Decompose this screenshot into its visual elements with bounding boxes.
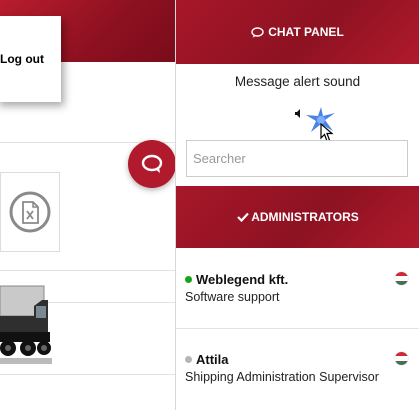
search-input[interactable] <box>186 140 408 177</box>
administrator-role: Shipping Administration Supervisor <box>185 370 379 384</box>
logout-label: Log out <box>0 52 44 66</box>
background-page: Log out <box>0 0 175 410</box>
logout-button[interactable]: Log out <box>0 16 61 102</box>
administrator-item[interactable]: Weblegend kft. Software support <box>176 248 419 328</box>
chat-panel-title: CHAT PANEL <box>268 25 344 39</box>
chat-toggle-button[interactable] <box>128 140 176 188</box>
check-icon <box>237 212 250 222</box>
speaker-icon[interactable] <box>294 106 304 124</box>
truck-image <box>0 285 52 364</box>
alert-sound-label: Message alert sound <box>234 74 361 89</box>
status-offline-dot <box>185 356 192 363</box>
chat-panel-header: CHAT PANEL <box>176 0 419 64</box>
administrators-title: ADMINISTRATORS <box>251 210 359 224</box>
status-online-dot <box>185 276 192 283</box>
excel-export-button[interactable] <box>0 172 60 252</box>
administrator-name: Attila <box>196 352 229 367</box>
administrators-header: ADMINISTRATORS <box>176 186 419 248</box>
chat-panel: CHAT PANEL Message alert sound ADMINISTR… <box>175 0 419 410</box>
chat-bubble-icon <box>141 154 163 173</box>
hungary-flag-icon <box>395 352 408 365</box>
administrator-name: Weblegend kft. <box>196 272 289 287</box>
excel-file-icon <box>9 191 51 233</box>
divider <box>0 270 175 271</box>
administrator-role: Software support <box>185 290 280 304</box>
divider <box>0 374 175 375</box>
hungary-flag-icon <box>395 272 408 285</box>
chat-bubble-icon <box>251 26 264 38</box>
administrator-item[interactable]: Attila Shipping Administration Superviso… <box>176 328 419 408</box>
